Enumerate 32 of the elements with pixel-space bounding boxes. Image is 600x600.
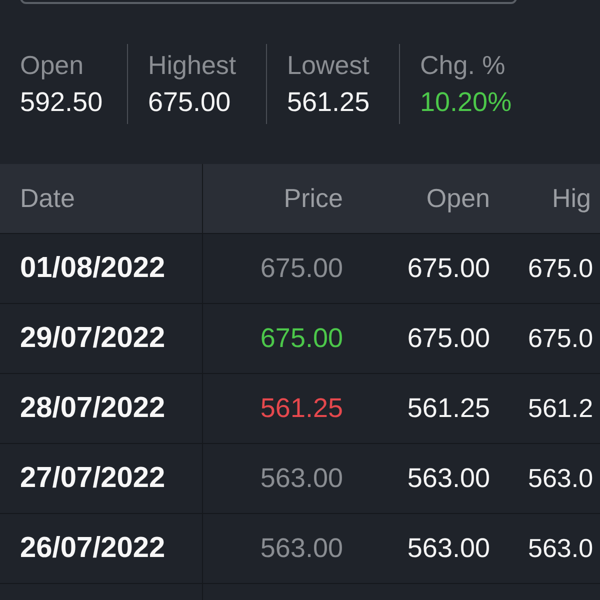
open-cell: 561.25 [407,393,490,424]
stat-label: Highest [148,50,238,81]
stat-value: 592.50 [20,87,104,118]
price-cell: 563.00 [260,463,343,494]
open-cell: 563.00 [407,533,490,564]
column-header[interactable]: Price [284,183,343,214]
price-cell: 561.25 [260,393,343,424]
stat-value: 10.20% [420,87,512,118]
date-cell: 26/07/2022 [20,532,166,565]
open-cell: 675.00 [407,253,490,284]
table-cell: 563.0 [528,463,594,494]
date-cell: 27/07/2022 [20,462,166,495]
date-cell: 29/07/2022 [20,322,166,355]
price-cell: 675.00 [260,323,343,354]
column-header[interactable]: Open [426,183,490,214]
table-cell: 675.0 [528,323,594,354]
table-cell: 675.0 [528,253,594,284]
open-cell: 675.00 [407,323,490,354]
price-cell: 675.00 [260,253,343,284]
date-cell: 01/08/2022 [20,252,166,285]
table-cell: 561.2 [528,393,594,424]
date-cell: 28/07/2022 [20,392,166,425]
stat-label: Open [20,50,85,81]
column-header[interactable]: Date [20,183,75,214]
stat-label: Chg. % [420,50,506,81]
price-cell: 563.00 [260,533,343,564]
stat-label: Lowest [287,50,370,81]
open-cell: 563.00 [407,463,490,494]
stat-value: 561.25 [287,87,371,118]
table-cell: 563.0 [528,533,594,564]
column-header[interactable]: Hig [552,183,592,214]
stat-value: 675.00 [148,87,232,118]
